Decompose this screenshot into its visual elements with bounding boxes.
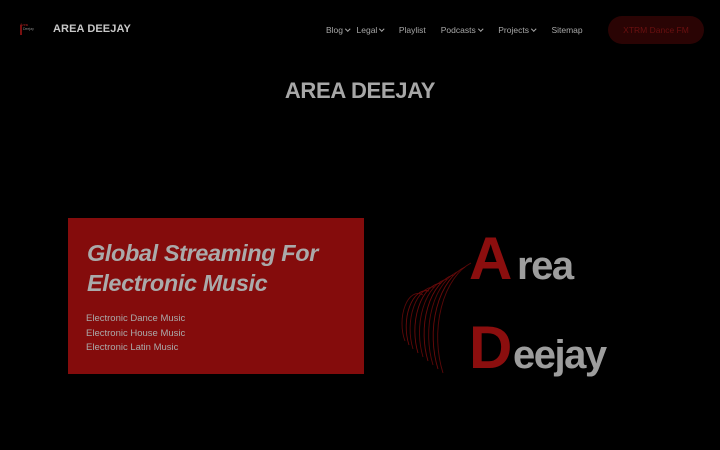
logo-word-rea: rea: [517, 244, 575, 288]
nav-item-label: Sitemap: [551, 25, 583, 35]
list-item: Electronic Latin Music: [86, 342, 179, 353]
chevron-down-icon: [379, 26, 385, 32]
list-item: Electronic Dance Music: [86, 313, 186, 324]
nav-item-label: Legal: [356, 25, 378, 35]
logo-text-bottom: Deejay: [23, 27, 34, 31]
nav-item-label: Podcasts: [440, 25, 476, 35]
logo-letter-d: D: [469, 314, 510, 381]
list-item: Electronic House Music: [86, 327, 186, 339]
site-header: Area Deejay AREA DEEJAY Blog Legal Playl…: [0, 0, 720, 60]
area-deejay-logo: A rea D eejay: [401, 225, 609, 381]
logo-letter-a: A: [469, 225, 511, 292]
logo-word-eejay: eejay: [513, 333, 608, 377]
nav-item-label: Projects: [498, 25, 529, 35]
nav-item-blog[interactable]: Blog: [326, 25, 351, 35]
chevron-down-icon: [478, 26, 483, 32]
vinyl-record-icon: [401, 262, 472, 374]
brand-name[interactable]: AREA DEEJAY: [53, 23, 131, 35]
logo-bar: [20, 25, 22, 35]
chevron-down-icon: [531, 26, 537, 32]
xtrm-dance-fm-button[interactable]: XTRM Dance FM: [608, 16, 704, 44]
site-logo-icon[interactable]: Area Deejay: [20, 23, 36, 37]
chevron-down-icon: [345, 26, 351, 32]
nav-item-projects[interactable]: Projects: [498, 25, 537, 35]
nav-item-label: Playlist: [398, 25, 426, 35]
nav-item-playlist[interactable]: Playlist: [399, 25, 426, 35]
nav-item-podcasts[interactable]: Podcasts: [440, 25, 483, 35]
nav-item-label: Blog: [326, 25, 344, 35]
page-title: AREA DEEJAY: [284, 78, 436, 103]
genre-list: Electronic Dance Music Electronic House …: [86, 312, 185, 356]
nav-item-legal[interactable]: Legal: [356, 25, 385, 35]
hero-heading: Global Streaming For Electronic Music: [87, 240, 318, 296]
main-nav: Blog Legal Playlist Podcasts Projects Si…: [326, 25, 583, 35]
nav-item-sitemap[interactable]: Sitemap: [551, 25, 582, 35]
hero-card: Global Streaming For Electronic Music El…: [68, 218, 364, 374]
